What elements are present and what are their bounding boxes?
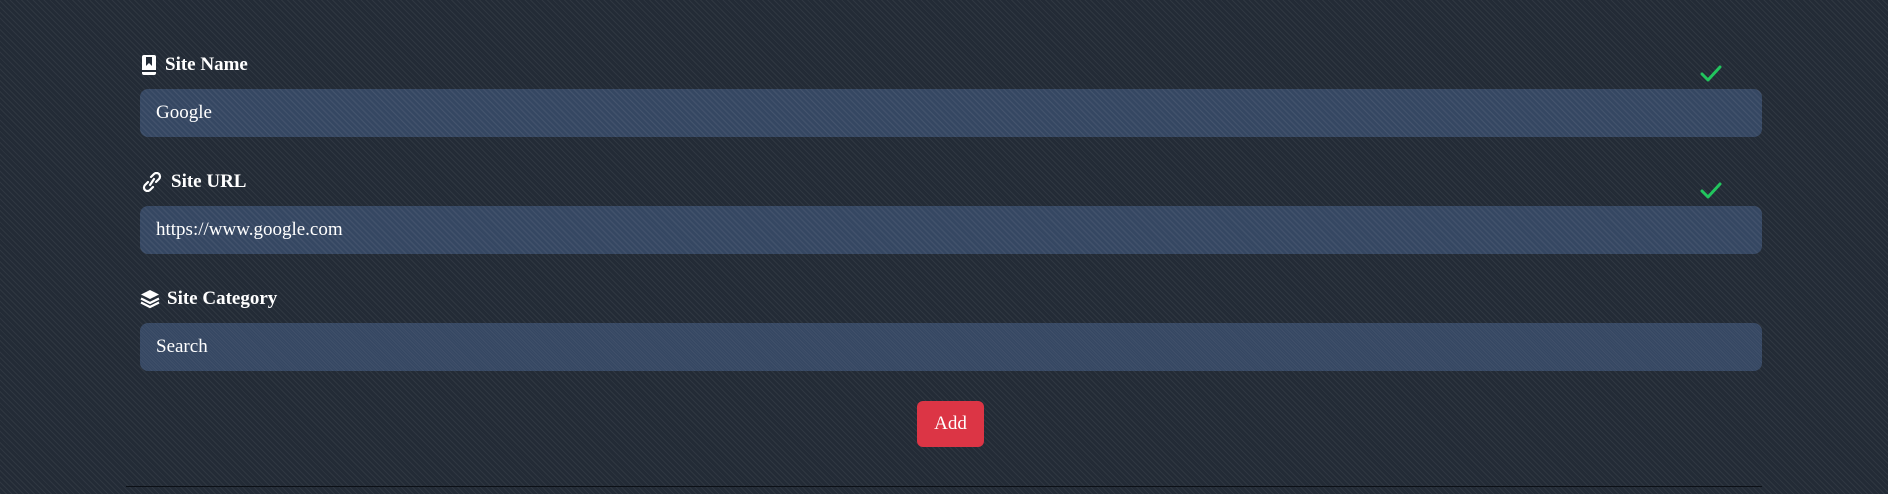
site-category-field: Site Category [140, 287, 1762, 371]
site-url-label: Site URL [171, 171, 247, 192]
site-name-field: Site Name [140, 53, 1762, 137]
site-name-input-wrap [140, 89, 1762, 137]
site-url-input-wrap [140, 206, 1762, 254]
site-category-input[interactable] [140, 323, 1762, 371]
site-name-label-row: Site Name [140, 53, 1762, 77]
site-category-label-row: Site Category [140, 287, 1762, 311]
valid-check-icon [1700, 182, 1722, 199]
link-icon [140, 172, 164, 192]
site-category-input-wrap [140, 323, 1762, 371]
site-url-label-row: Site URL [140, 170, 1762, 194]
bookmark-icon [140, 55, 158, 75]
site-url-input[interactable] [140, 206, 1762, 254]
site-name-label: Site Name [165, 54, 248, 75]
divider [126, 486, 1762, 487]
add-button[interactable]: Add [917, 401, 984, 447]
site-url-field: Site URL [140, 170, 1762, 254]
layers-icon [140, 289, 160, 309]
valid-check-icon [1700, 65, 1722, 82]
site-category-label: Site Category [167, 288, 278, 309]
site-name-input[interactable] [140, 89, 1762, 137]
